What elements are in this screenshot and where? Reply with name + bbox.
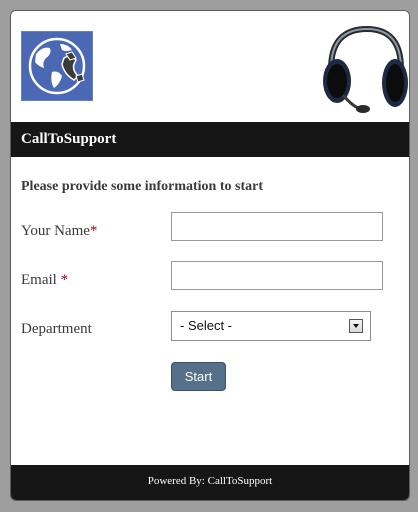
required-marker: *	[89, 223, 98, 239]
name-input[interactable]	[171, 212, 383, 241]
department-select[interactable]: - Select -	[171, 311, 371, 341]
header	[11, 11, 409, 122]
chat-panel: CallToSupport Please provide some inform…	[10, 10, 410, 501]
start-button[interactable]: Start	[171, 362, 226, 391]
name-label-text: Your Name	[21, 223, 90, 239]
email-label: Email *	[21, 272, 68, 289]
department-selected-value: - Select -	[180, 318, 233, 333]
headset-icon	[317, 21, 409, 117]
intro-text: Please provide some information to start	[21, 179, 263, 194]
name-label: Your Name*	[21, 223, 97, 240]
chevron-down-icon[interactable]	[349, 319, 363, 333]
required-marker: *	[60, 272, 69, 288]
email-input[interactable]	[171, 261, 383, 290]
app-title: CallToSupport	[11, 122, 409, 157]
email-label-text: Email	[21, 272, 61, 288]
globe-phone-icon	[21, 31, 93, 101]
department-label: Department	[21, 321, 92, 337]
footer-text: Powered By: CallToSupport	[11, 465, 409, 500]
